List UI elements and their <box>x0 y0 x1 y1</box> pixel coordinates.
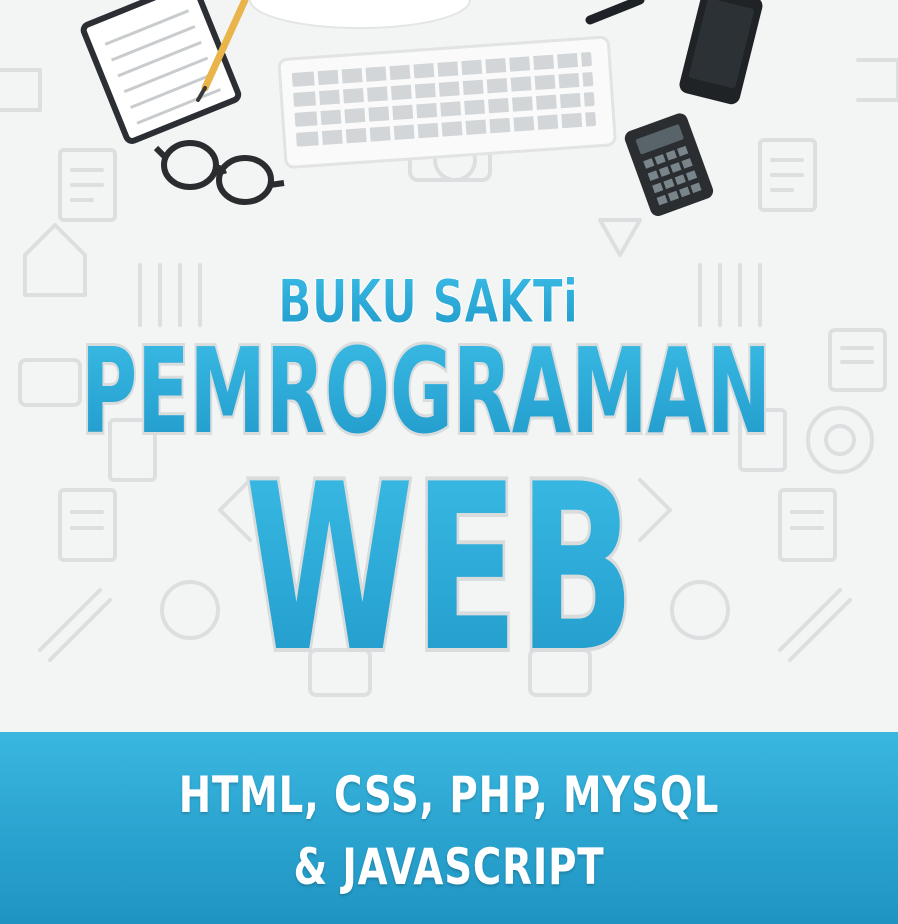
keyboard-icon <box>277 35 617 169</box>
subtitle-banner: HTML, CSS, PHP, MYSQL & JAVASCRIPT <box>0 732 898 924</box>
book-cover: BUKU SAKTi PEMROGRAMAN WEB HTML, CSS, PH… <box>0 0 898 924</box>
calculator-icon <box>624 113 714 216</box>
subtitle-line2: & JAVASCRIPT <box>293 838 605 896</box>
paper-icon <box>249 0 471 29</box>
eyeglasses-icon <box>153 140 285 205</box>
subtitle-line1: HTML, CSS, PHP, MYSQL <box>178 766 720 824</box>
smartphone-icon <box>679 0 763 105</box>
desk-items-illustration <box>80 0 763 216</box>
cover-title: BUKU SAKTi PEMROGRAMAN WEB <box>78 267 774 681</box>
cover-title-line2: WEB <box>245 436 635 680</box>
pen-icon <box>585 0 645 25</box>
